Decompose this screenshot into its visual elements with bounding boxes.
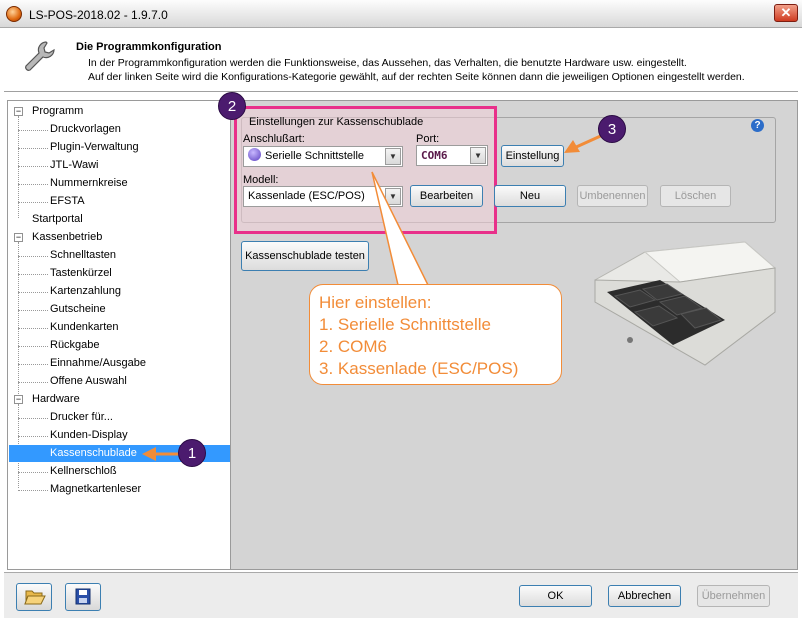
close-button[interactable]: ✕ xyxy=(774,4,798,22)
callout-line1: Hier einstellen: xyxy=(319,293,432,312)
einstellung-button[interactable]: Einstellung xyxy=(501,145,564,167)
step-badge-1: 1 xyxy=(178,439,206,467)
tree-line xyxy=(18,328,48,329)
neu-button[interactable]: Neu xyxy=(494,185,566,207)
tree-item-hardware[interactable]: Hardware xyxy=(32,391,80,408)
tree-item-magnetkartenleser[interactable]: Magnetkartenleser xyxy=(50,481,141,498)
category-tree[interactable]: − Programm Druckvorlagen Plugin-Verwaltu… xyxy=(7,100,231,570)
tree-item-plugin-verwaltung[interactable]: Plugin-Verwaltung xyxy=(50,139,139,156)
apply-button[interactable]: Übernehmen xyxy=(697,585,770,607)
cancel-button[interactable]: Abbrechen xyxy=(608,585,681,607)
serial-port-icon xyxy=(248,148,261,161)
save-icon xyxy=(75,588,91,605)
modell-value: Kassenlade (ESC/POS) xyxy=(248,190,365,202)
callout-line3: 2. COM6 xyxy=(319,337,388,356)
collapse-hardware-icon[interactable]: − xyxy=(14,395,23,404)
tree-item-kassenbetrieb[interactable]: Kassenbetrieb xyxy=(32,229,102,246)
tree-item-offene-auswahl[interactable]: Offene Auswahl xyxy=(50,373,127,390)
loeschen-button[interactable]: Löschen xyxy=(660,185,731,207)
tree-item-drucker[interactable]: Drucker für... xyxy=(50,409,113,426)
tree-line xyxy=(18,310,48,311)
tree-line xyxy=(18,364,48,365)
tree-item-einnahme-ausgabe[interactable]: Einnahme/Ausgabe xyxy=(50,355,146,372)
callout-pointer xyxy=(371,171,430,286)
step-badge-2: 2 xyxy=(218,92,246,120)
step-badge-3: 3 xyxy=(598,115,626,143)
callout-line4: 3. Kassenlade (ESC/POS) xyxy=(319,359,519,378)
tree-item-kundenkarten[interactable]: Kundenkarten xyxy=(50,319,119,336)
tree-line xyxy=(18,148,48,149)
tree-line xyxy=(18,256,48,257)
anschlussart-select[interactable]: Serielle Schnittstelle ▼ xyxy=(243,146,403,167)
header-desc-line2: Auf der linken Seite wird die Konfigurat… xyxy=(88,71,745,83)
tree-line xyxy=(18,242,19,398)
tree-line xyxy=(18,274,48,275)
tree-item-kunden-display[interactable]: Kunden-Display xyxy=(50,427,128,444)
tree-item-efsta[interactable]: EFSTA xyxy=(50,193,85,210)
chevron-down-icon[interactable]: ▼ xyxy=(385,148,401,165)
tree-item-rueckgabe[interactable]: Rückgabe xyxy=(50,337,100,354)
tree-item-kartenzahlung[interactable]: Kartenzahlung xyxy=(50,283,121,300)
help-icon[interactable]: ? xyxy=(751,119,764,132)
ok-button[interactable]: OK xyxy=(519,585,592,607)
port-select[interactable]: COM6 ▼ xyxy=(416,145,488,166)
collapse-kassenbetrieb-icon[interactable]: − xyxy=(14,233,23,242)
hint-callout: Hier einstellen: 1. Serielle Schnittstel… xyxy=(309,284,562,385)
header-desc-line1: In der Programmkonfiguration werden die … xyxy=(88,57,687,69)
tree-item-schnelltasten[interactable]: Schnelltasten xyxy=(50,247,116,264)
header-title: Die Programmkonfiguration xyxy=(76,41,222,53)
umbenennen-button[interactable]: Umbenennen xyxy=(577,185,648,207)
chevron-down-icon[interactable]: ▼ xyxy=(470,147,486,164)
tree-item-tastenkuerzel[interactable]: Tastenkürzel xyxy=(50,265,112,282)
anschlussart-label: Anschlußart: xyxy=(243,133,305,145)
collapse-programm-icon[interactable]: − xyxy=(14,107,23,116)
group-title: Einstellungen zur Kassenschublade xyxy=(249,116,424,128)
tree-item-jtl-wawi[interactable]: JTL-Wawi xyxy=(50,157,98,174)
tree-item-druckvorlagen[interactable]: Druckvorlagen xyxy=(50,121,121,138)
wrench-icon xyxy=(25,41,55,71)
port-value: COM6 xyxy=(421,149,448,162)
tree-line xyxy=(18,130,48,131)
tree-line xyxy=(18,202,48,203)
tree-item-gutscheine[interactable]: Gutscheine xyxy=(50,301,106,318)
tree-line xyxy=(18,346,48,347)
test-drawer-button[interactable]: Kassenschublade testen xyxy=(241,241,369,271)
tree-line xyxy=(18,418,48,419)
folder-open-icon xyxy=(24,590,46,605)
header-description: In der Programmkonfiguration werden die … xyxy=(88,56,745,84)
window-title: LS-POS-2018.02 - 1.9.7.0 xyxy=(29,8,168,22)
callout-line2: 1. Serielle Schnittstelle xyxy=(319,315,491,334)
tree-line xyxy=(18,382,48,383)
app-icon xyxy=(6,6,22,22)
tree-line xyxy=(18,490,48,491)
tree-item-kellnerschloss[interactable]: Kellnerschloß xyxy=(50,463,117,480)
port-label: Port: xyxy=(416,133,440,145)
cash-drawer-image xyxy=(594,241,777,366)
tree-item-startportal[interactable]: Startportal xyxy=(32,211,83,228)
tree-line xyxy=(18,166,48,167)
tree-item-nummernkreise[interactable]: Nummernkreise xyxy=(50,175,128,192)
title-bar: LS-POS-2018.02 - 1.9.7.0 ✕ xyxy=(0,0,802,28)
save-button[interactable] xyxy=(65,583,101,611)
tree-line xyxy=(18,472,48,473)
open-file-button[interactable] xyxy=(16,583,52,611)
tree-item-programm[interactable]: Programm xyxy=(32,103,83,120)
anschlussart-value: Serielle Schnittstelle xyxy=(265,150,365,162)
dialog-header: Die Programmkonfiguration In der Program… xyxy=(4,29,798,92)
modell-label: Modell: xyxy=(243,174,279,186)
tree-line xyxy=(18,292,48,293)
tree-line xyxy=(18,436,48,437)
tree-line xyxy=(18,184,48,185)
